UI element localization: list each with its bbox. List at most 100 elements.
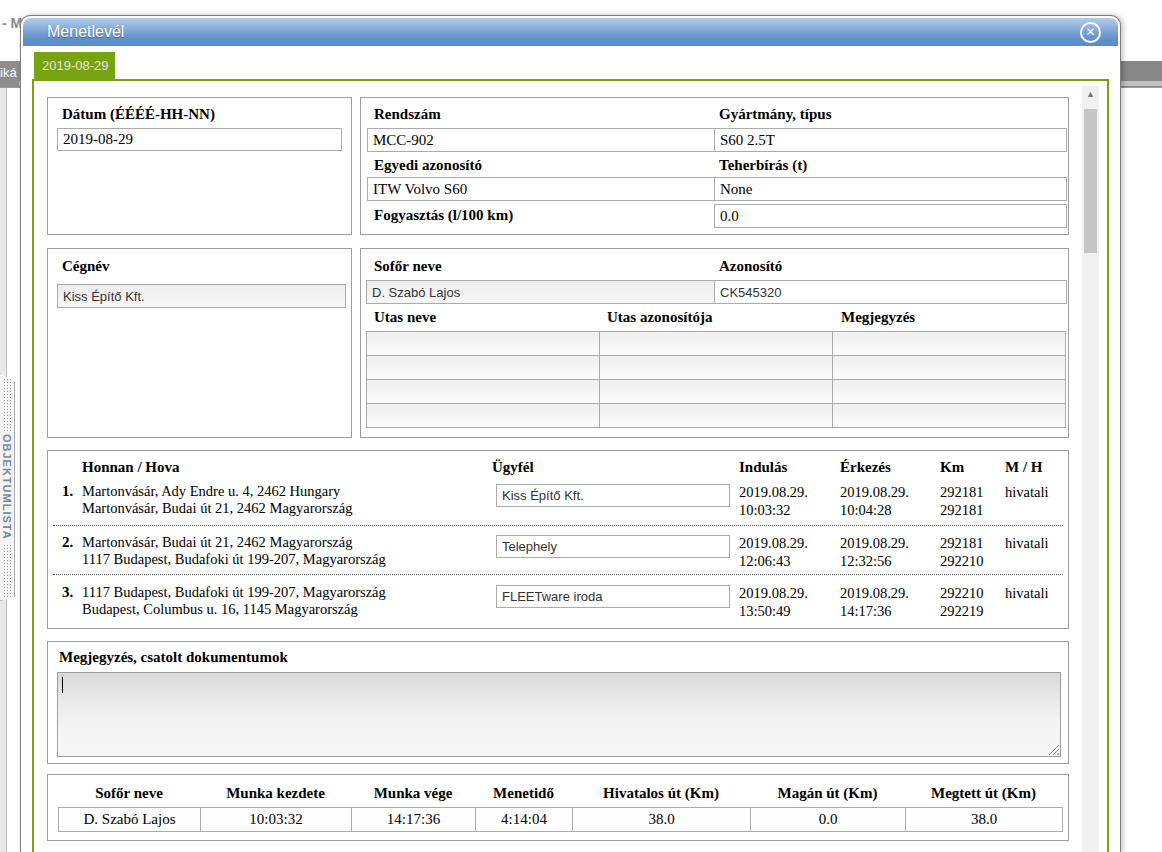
consumption-input[interactable]: 0.0 (714, 204, 1067, 228)
text-caret (62, 677, 63, 693)
company-panel: Cégnév Kiss Építő Kft. (47, 248, 352, 438)
plate-input[interactable]: MCC-902 (367, 128, 715, 152)
trip-client-input[interactable]: Telephely (496, 535, 730, 558)
trip-km: 292181292210 (940, 534, 984, 570)
summary-header: Menetidő (475, 785, 572, 802)
passenger-cell-input[interactable] (599, 331, 833, 356)
trip-arrival: 2019.08.29.14:17:36 (840, 584, 909, 620)
trips-panel: Honnan / Hova Ügyfél Indulás Érkezés Km … (47, 450, 1069, 629)
trip-separator (53, 574, 1063, 575)
driver-name-label: Sofőr neve (374, 258, 442, 275)
resize-handle-icon[interactable] (1048, 744, 1059, 755)
notes-panel: Megjegyzés, csatolt dokumentumok (47, 641, 1069, 764)
trip-departure: 2019.08.29.12:06:43 (739, 534, 808, 570)
passenger-id-label: Utas azonosítója (607, 309, 712, 326)
date-input[interactable]: 2019-08-29 (57, 128, 342, 151)
scroll-up-icon[interactable]: ▲ (1082, 89, 1099, 99)
scrollbar[interactable]: ▲ (1082, 86, 1099, 852)
notes-label: Megjegyzés, csatolt dokumentumok (59, 649, 288, 666)
make-input[interactable]: S60 2.5T (714, 128, 1067, 152)
trip-number: 3. (62, 584, 80, 601)
passenger-cell-input[interactable] (832, 355, 1066, 380)
summary-header: Sofőr neve (58, 785, 200, 802)
background-tab[interactable]: iká (0, 61, 19, 87)
trips-mh-header: M / H (1005, 459, 1043, 476)
trips-route-header: Honnan / Hova (82, 459, 180, 476)
make-label: Gyártmány, típus (719, 106, 832, 123)
passenger-cell-input[interactable] (832, 379, 1066, 404)
summary-header: Hivatalos út (Km) (572, 785, 750, 802)
passenger-cell-input[interactable] (599, 379, 833, 404)
trips-arrival-header: Érkezés (840, 459, 891, 476)
driver-id-input[interactable]: CK545320 (714, 280, 1067, 304)
passenger-row (366, 379, 1067, 404)
passenger-cell-input[interactable] (366, 403, 600, 428)
trip-route: Martonvásár, Budai út 21, 2462 Magyarors… (82, 534, 386, 568)
consumption-label: Fogyasztás (l/100 km) (374, 207, 513, 224)
trip-km: 292210292219 (940, 584, 984, 620)
trip-mh: hivatali (1005, 584, 1049, 602)
trip-number: 2. (62, 534, 80, 551)
passenger-cell-input[interactable] (599, 355, 833, 380)
object-list-panel-handle[interactable]: OBJEKTUMLISTA (0, 373, 15, 601)
trip-mh: hivatali (1005, 534, 1049, 552)
summary-panel: Sofőr neveMunka kezdeteMunka végeMenetid… (47, 774, 1069, 841)
capacity-label: Teherbírás (t) (719, 157, 807, 174)
summary-header: Magán út (Km) (750, 785, 905, 802)
trip-arrival: 2019.08.29.12:32:56 (840, 534, 909, 570)
summary-cell: 4:14:04 (475, 807, 573, 832)
trip-client-input[interactable]: FLEETware iroda (496, 585, 730, 608)
plate-label: Rendszám (374, 106, 441, 123)
summary-cell: D. Szabó Lajos (58, 807, 201, 832)
passenger-cell-input[interactable] (599, 403, 833, 428)
trips-departure-header: Indulás (739, 459, 787, 476)
passenger-cell-input[interactable] (366, 331, 600, 356)
passenger-cell-input[interactable] (366, 355, 600, 380)
date-label: Dátum (ÉÉÉÉ-HH-NN) (62, 106, 215, 123)
summary-header: Megtett út (Km) (905, 785, 1062, 802)
trip-arrival: 2019.08.29.10:04:28 (840, 483, 909, 519)
passenger-row (366, 331, 1067, 356)
summary-header: Munka kezdete (200, 785, 351, 802)
company-input[interactable]: Kiss Építő Kft. (57, 284, 346, 308)
dialog-content: Dátum (ÉÉÉÉ-HH-NN) 2019-08-29 Rendszám G… (32, 79, 1109, 852)
close-icon[interactable]: ✕ (1080, 22, 1101, 43)
trip-client-input[interactable]: Kiss Építő Kft. (496, 484, 730, 507)
scrollbar-thumb[interactable] (1084, 109, 1097, 253)
grip-dots-top (3, 378, 12, 431)
summary-cell: 0.0 (750, 807, 906, 832)
grip-dots-bottom (3, 544, 12, 597)
waybill-dialog: Menetlevél ✕ 2019-08-29 Dátum (ÉÉÉÉ-HH-N… (20, 15, 1121, 852)
passenger-cell-input[interactable] (832, 331, 1066, 356)
trip-separator (53, 525, 1063, 526)
notes-textarea[interactable] (57, 672, 1061, 757)
driver-name-input[interactable]: D. Szabó Lajos (366, 280, 715, 304)
summary-cell: 38.0 (572, 807, 751, 832)
date-panel: Dátum (ÉÉÉÉ-HH-NN) 2019-08-29 (47, 97, 352, 235)
summary-header: Munka vége (351, 785, 475, 802)
summary-cell: 10:03:32 (200, 807, 352, 832)
screen: - M iká OBJEKTUMLISTA Menetlevél ✕ 2019-… (0, 0, 1162, 852)
trip-route: 1117 Budapest, Budafoki út 199-207, Magy… (82, 584, 386, 618)
capacity-input[interactable]: None (714, 177, 1067, 201)
trip-number: 1. (62, 483, 80, 500)
summary-cell: 14:17:36 (351, 807, 476, 832)
passenger-note-label: Megjegyzés (841, 309, 915, 326)
company-label: Cégnév (62, 258, 110, 275)
object-list-label: OBJEKTUMLISTA (1, 434, 13, 540)
uid-input[interactable]: ITW Volvo S60 (367, 177, 715, 201)
driver-id-label: Azonosító (719, 258, 782, 275)
vehicle-panel: Rendszám Gyártmány, típus MCC-902 S60 2.… (360, 97, 1069, 235)
trips-client-header: Ügyfél (492, 459, 534, 476)
passenger-cell-input[interactable] (832, 403, 1066, 428)
passenger-cell-input[interactable] (366, 379, 600, 404)
trips-km-header: Km (940, 459, 964, 476)
uid-label: Egyedi azonosító (374, 157, 482, 174)
trip-mh: hivatali (1005, 483, 1049, 501)
driver-panel: Sofőr neve Azonosító D. Szabó Lajos CK54… (360, 248, 1069, 438)
summary-cell: 38.0 (905, 807, 1063, 832)
trip-route: Martonvásár, Ady Endre u. 4, 2462 Hungar… (82, 483, 352, 517)
dialog-titlebar[interactable]: Menetlevél ✕ (23, 18, 1118, 46)
tab-date[interactable]: 2019-08-29 (34, 52, 115, 79)
trip-departure: 2019.08.29.13:50:49 (739, 584, 808, 620)
